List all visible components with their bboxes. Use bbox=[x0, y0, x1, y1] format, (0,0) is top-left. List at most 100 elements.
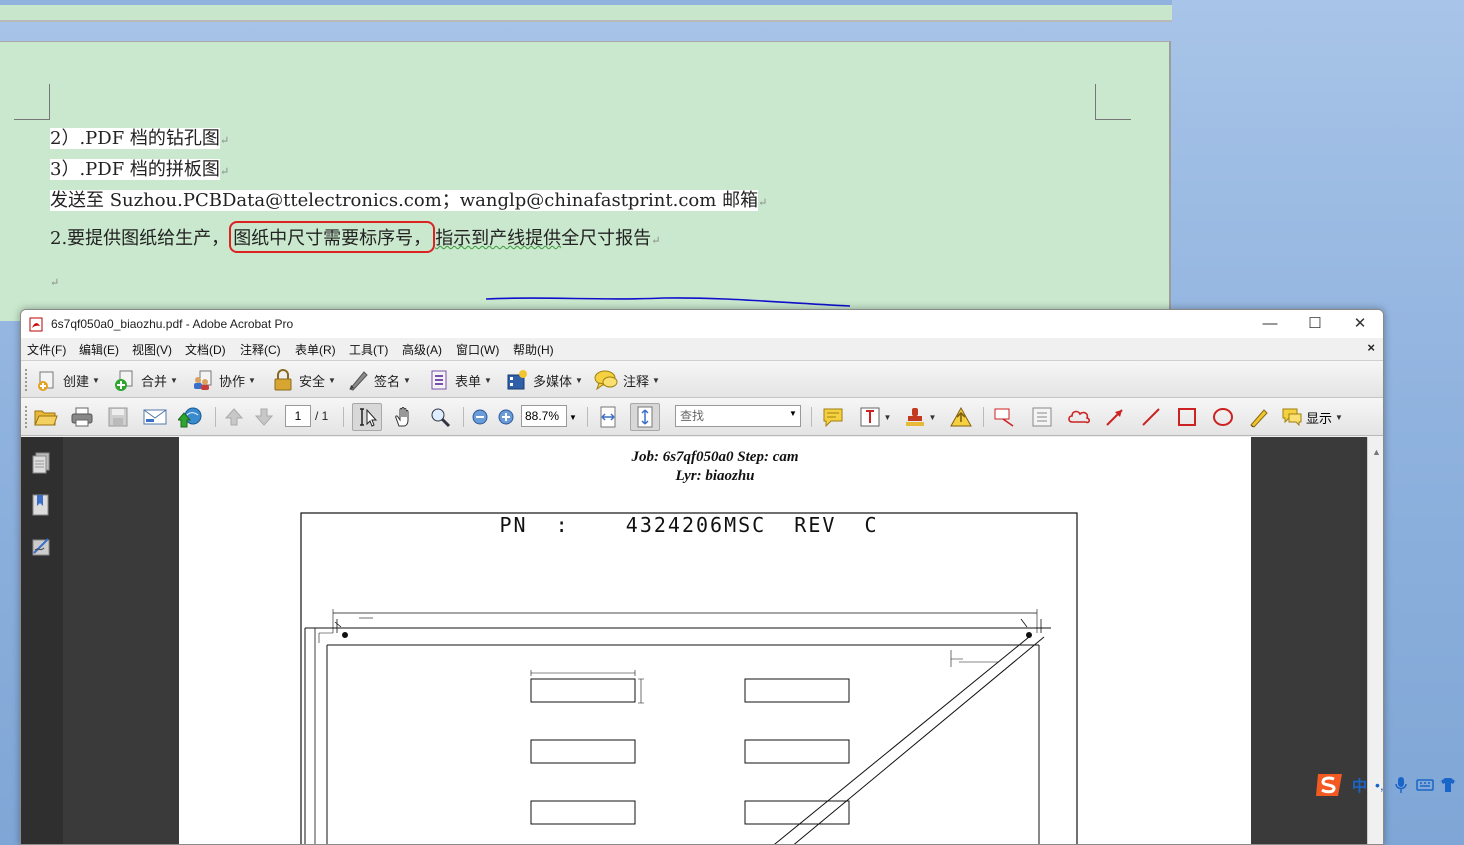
zoom-level-input[interactable]: 88.7% bbox=[521, 405, 567, 427]
main-toolbar: 1 / 1 88.7% ▼ 查找 ▼ ▼ ▼ 显示 ▼ bbox=[21, 398, 1383, 436]
find-input[interactable]: 查找 bbox=[675, 405, 801, 427]
ime-language-label[interactable]: 中 bbox=[1352, 775, 1367, 796]
open-folder-icon bbox=[34, 410, 58, 426]
forms-label: 表单 bbox=[455, 373, 482, 389]
rectangle-tool-button[interactable] bbox=[1173, 405, 1201, 429]
toolbar-grip[interactable] bbox=[25, 406, 28, 428]
menu-window[interactable]: 窗口(W) bbox=[456, 341, 499, 358]
menu-document[interactable]: 文档(D) bbox=[185, 341, 226, 358]
page-number-input[interactable]: 1 bbox=[285, 405, 311, 427]
menu-advanced[interactable]: 高级(A) bbox=[402, 341, 442, 358]
save-button[interactable] bbox=[105, 405, 131, 429]
show-comments-button[interactable]: 显示 ▼ bbox=[1281, 405, 1353, 429]
doc-line-3-text: 发送至 Suzhou.PCBData@ttelectronics.com；wan… bbox=[50, 190, 759, 211]
previous-page-button[interactable] bbox=[221, 405, 247, 429]
skin-shirt-icon[interactable] bbox=[1440, 777, 1456, 793]
document-viewport[interactable]: Job: 6s7qf050a0 Step: cam Lyr: biaozhu P… bbox=[63, 437, 1367, 844]
menu-close-doc-button[interactable]: × bbox=[1367, 340, 1375, 355]
ime-toolbar[interactable]: 中 •, bbox=[1314, 770, 1464, 800]
signatures-panel-icon[interactable] bbox=[30, 535, 52, 559]
oval-tool-icon bbox=[1213, 408, 1233, 426]
doc-line-4[interactable]: 2.要提供图纸给生产， 图纸中尺寸需要标序号， 指示到产线提供全尺寸报告↵ bbox=[50, 221, 660, 253]
menu-file[interactable]: 文件(F) bbox=[27, 341, 66, 358]
select-tool-button[interactable] bbox=[352, 403, 382, 431]
sogou-ime-logo-icon[interactable] bbox=[1314, 770, 1346, 800]
fit-page-button[interactable] bbox=[630, 403, 660, 431]
doc-line-2[interactable]: 3）.PDF 档的拼板图↵ bbox=[50, 155, 229, 181]
secure-button[interactable]: 安全 ▼ bbox=[271, 367, 336, 393]
find-dropdown-arrow[interactable]: ▼ bbox=[789, 409, 797, 418]
minimize-button[interactable]: — bbox=[1247, 312, 1293, 336]
menu-view[interactable]: 视图(V) bbox=[132, 341, 172, 358]
multimedia-icon bbox=[507, 370, 527, 390]
acrobat-window[interactable]: 6s7qf050a0_biaozhu.pdf - Adobe Acrobat P… bbox=[20, 309, 1384, 845]
doc-line-1[interactable]: 2）.PDF 档的钻孔图↵ bbox=[50, 124, 229, 150]
doc-line-4-underlined: 指示到产线提供 bbox=[435, 228, 562, 249]
fit-width-button[interactable] bbox=[595, 405, 621, 429]
fit-width-icon bbox=[600, 406, 616, 428]
window-title: 6s7qf050a0_biaozhu.pdf - Adobe Acrobat P… bbox=[51, 317, 294, 331]
comment-button[interactable]: 注释 ▼ bbox=[593, 367, 660, 393]
menu-forms[interactable]: 表单(R) bbox=[295, 341, 336, 358]
doc-line-3[interactable]: 发送至 Suzhou.PCBData@ttelectronics.com；wan… bbox=[50, 186, 767, 212]
email-icon bbox=[143, 409, 167, 425]
callout-tool-button[interactable] bbox=[991, 405, 1019, 429]
bookmarks-panel-icon[interactable] bbox=[30, 493, 52, 517]
open-button[interactable] bbox=[33, 405, 59, 429]
forms-button[interactable]: 表单 ▼ bbox=[427, 367, 492, 393]
menu-bar: 文件(F) 编辑(E) 视图(V) 文档(D) 注释(C) 表单(R) 工具(T… bbox=[21, 338, 1383, 360]
toolbar-separator bbox=[811, 407, 812, 427]
pencil-tool-button[interactable] bbox=[1245, 405, 1273, 429]
text-box-button[interactable] bbox=[1029, 405, 1055, 429]
show-comments-icon bbox=[1282, 408, 1302, 427]
red-circle-annotation: 图纸中尺寸需要标序号， bbox=[229, 221, 436, 253]
cloud-tool-button[interactable] bbox=[1065, 405, 1093, 429]
toolbar-grip[interactable] bbox=[25, 369, 28, 391]
pages-panel-icon[interactable] bbox=[30, 451, 52, 475]
print-button[interactable] bbox=[69, 405, 95, 429]
cloud-icon bbox=[1068, 410, 1091, 424]
menu-tools[interactable]: 工具(T) bbox=[349, 341, 388, 358]
upload-globe-icon bbox=[178, 407, 202, 428]
text-edit-icon bbox=[860, 407, 880, 427]
scroll-up-arrow-icon[interactable]: ▲ bbox=[1372, 447, 1381, 457]
line-tool-button[interactable] bbox=[1137, 405, 1165, 429]
word-document-page[interactable]: 2）.PDF 档的钻孔图↵ 3）.PDF 档的拼板图↵ 发送至 Suzhou.P… bbox=[0, 41, 1171, 321]
create-button[interactable]: 创建 ▼ bbox=[35, 367, 100, 393]
comment-label: 注释 bbox=[623, 373, 650, 389]
attach-button[interactable] bbox=[947, 405, 975, 429]
zoom-dropdown-arrow[interactable]: ▼ bbox=[567, 405, 579, 429]
arrow-down-icon bbox=[255, 408, 273, 426]
create-pdf-icon bbox=[38, 371, 54, 391]
keyboard-icon[interactable] bbox=[1416, 778, 1434, 792]
sign-button[interactable]: 签名 ▼ bbox=[346, 367, 411, 393]
hand-tool-button[interactable] bbox=[391, 405, 417, 429]
microphone-icon[interactable] bbox=[1394, 776, 1408, 794]
text-edit-button[interactable]: ▼ bbox=[857, 405, 893, 429]
title-bar[interactable]: 6s7qf050a0_biaozhu.pdf - Adobe Acrobat P… bbox=[21, 310, 1383, 338]
next-page-button[interactable] bbox=[251, 405, 277, 429]
zoom-out-button[interactable] bbox=[469, 405, 491, 429]
menu-comments[interactable]: 注释(C) bbox=[240, 341, 281, 358]
arrow-tool-button[interactable] bbox=[1101, 405, 1129, 429]
sticky-note-button[interactable] bbox=[819, 405, 847, 429]
oval-tool-button[interactable] bbox=[1209, 405, 1237, 429]
upload-button[interactable] bbox=[177, 405, 205, 429]
collaborate-button[interactable]: 协作 ▼ bbox=[191, 367, 256, 393]
ime-punctuation-toggle[interactable]: •, bbox=[1375, 777, 1384, 793]
doc-empty-line[interactable]: ↵ bbox=[50, 270, 59, 291]
close-button[interactable]: ✕ bbox=[1337, 312, 1383, 336]
collaborate-label: 协作 bbox=[219, 373, 246, 389]
menu-help[interactable]: 帮助(H) bbox=[513, 341, 554, 358]
maximize-button[interactable]: ☐ bbox=[1292, 312, 1338, 336]
text-cursor-select-icon bbox=[360, 408, 378, 427]
multimedia-button[interactable]: 多媒体 ▼ bbox=[505, 367, 583, 393]
menu-edit[interactable]: 编辑(E) bbox=[79, 341, 119, 358]
arrow-up-icon bbox=[225, 408, 243, 426]
stamp-button[interactable]: ▼ bbox=[901, 405, 939, 429]
zoom-tool-button[interactable] bbox=[427, 405, 455, 429]
combine-button[interactable]: 合并 ▼ bbox=[113, 367, 178, 393]
zoom-in-button[interactable] bbox=[495, 405, 517, 429]
callout-icon bbox=[994, 408, 1014, 427]
email-button[interactable] bbox=[141, 405, 169, 429]
